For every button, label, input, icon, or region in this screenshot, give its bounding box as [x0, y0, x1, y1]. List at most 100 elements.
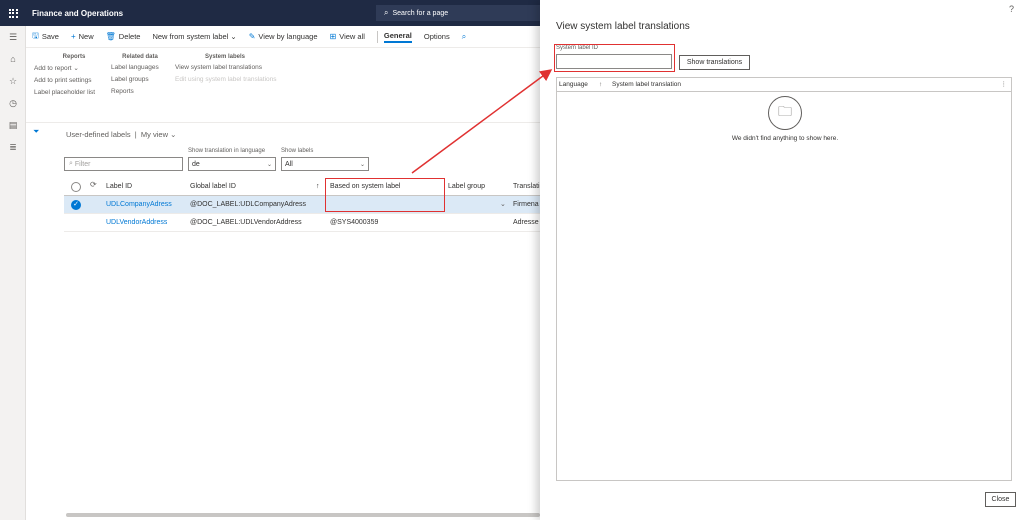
- delete-label: Delete: [118, 32, 141, 41]
- language-dropdown[interactable]: de ⌄: [188, 157, 276, 171]
- hamburger-icon[interactable]: ☰: [0, 26, 26, 48]
- global-label-id-cell: @DOC_LABEL:UDLVendorAddress: [190, 219, 302, 226]
- action-pane: 🖫 Save + New 🗑 Delete New from system label…: [26, 26, 540, 48]
- translation-cell: Adresse: [513, 219, 539, 226]
- translation-cell: Firmena: [513, 201, 539, 208]
- search-box[interactable]: ⌕ Search for a page: [376, 5, 540, 21]
- add-to-print-settings-button[interactable]: Add to print settings: [34, 77, 114, 84]
- help-icon[interactable]: ?: [1009, 4, 1014, 14]
- view-separator: |: [134, 130, 137, 139]
- col-label-group[interactable]: Label group: [448, 178, 485, 196]
- chevron-down-icon: ⌄: [359, 161, 365, 168]
- new-from-system-label-button[interactable]: New from system label ⌄: [152, 32, 236, 41]
- global-label-id-cell: @DOC_LABEL:UDLCompanyAdress: [190, 201, 307, 208]
- save-icon: 🖫: [32, 30, 39, 40]
- tab-options[interactable]: Options: [424, 32, 450, 41]
- row-checkbox[interactable]: [71, 218, 81, 228]
- clock-icon[interactable]: ◷: [0, 92, 26, 114]
- trash-icon: 🗑: [105, 32, 116, 41]
- view-all-label: View all: [339, 32, 365, 41]
- delete-button[interactable]: 🗑 Delete: [106, 32, 141, 41]
- view-system-label-translations-button[interactable]: View system label translations: [175, 64, 275, 71]
- sort-icon[interactable]: ↑: [316, 178, 320, 196]
- translations-header-row: Language ↑ System label translation ⋮: [557, 78, 1011, 92]
- filter-input[interactable]: ⌕ Filter: [64, 157, 183, 171]
- app-launcher-icon[interactable]: [0, 0, 26, 26]
- search-icon[interactable]: ⌕: [462, 32, 469, 42]
- search-placeholder: Search for a page: [392, 9, 449, 17]
- plus-icon: +: [70, 32, 76, 41]
- ribbon: Reports Add to report ⌄ Add to print set…: [26, 49, 540, 123]
- new-from-system-label-label: New from system label: [152, 32, 229, 41]
- show-labels-dropdown[interactable]: All ⌄: [281, 157, 369, 171]
- save-label: Save: [41, 32, 59, 41]
- col-label-id[interactable]: Label ID: [106, 178, 132, 196]
- view-by-language-label: View by language: [258, 32, 318, 41]
- view-by-language-button[interactable]: ✎ View by language: [249, 32, 318, 41]
- label-groups-button[interactable]: Label groups: [111, 76, 169, 83]
- col-translation[interactable]: Translatio: [513, 178, 540, 196]
- close-button[interactable]: Close: [985, 492, 1016, 507]
- add-to-report-button[interactable]: Add to report ⌄: [34, 64, 114, 72]
- based-on-cell[interactable]: @SYS4000359: [330, 214, 378, 232]
- labels-grid: ⟳ Label ID Global label ID ↑ Based on sy…: [64, 178, 540, 232]
- table-row[interactable]: UDLVendorAddress @DOC_LABEL:UDLVendorAdd…: [64, 214, 540, 232]
- list-icon[interactable]: ≣: [0, 136, 26, 158]
- language-value: de: [192, 160, 200, 168]
- left-navigation: ☰ ⌂ ☆ ◷ ▤ ≣: [0, 26, 26, 520]
- chevron-down-icon: ⌄: [230, 32, 237, 41]
- sort-icon[interactable]: ↑: [599, 78, 602, 92]
- panel-title: View system label translations: [556, 21, 690, 32]
- star-icon[interactable]: ☆: [0, 70, 26, 92]
- horizontal-scrollbar[interactable]: [66, 513, 540, 517]
- select-all-checkbox[interactable]: [71, 182, 81, 192]
- save-button[interactable]: 🖫 Save: [32, 30, 59, 44]
- my-view-selector[interactable]: My view ⌄: [141, 130, 176, 139]
- label-id-cell[interactable]: UDLVendorAddress: [106, 214, 167, 232]
- home-icon[interactable]: ⌂: [0, 48, 26, 70]
- ribbon-header: System labels: [204, 54, 246, 60]
- table-row[interactable]: ✓ UDLCompanyAdress @DOC_LABEL:UDLCompany…: [64, 196, 540, 214]
- show-translations-button[interactable]: Show translations: [679, 55, 750, 70]
- new-button[interactable]: + New: [71, 32, 94, 41]
- grid-icon: ⊞: [329, 32, 337, 41]
- col-system-label-translation[interactable]: System label translation: [612, 78, 681, 92]
- refresh-icon[interactable]: ⟳: [90, 180, 97, 189]
- edit-icon: ✎: [248, 32, 256, 41]
- system-label-translations-panel: ? View system label translations System …: [540, 0, 1024, 520]
- new-label: New: [78, 32, 94, 41]
- label-placeholder-list-button[interactable]: Label placeholder list: [34, 89, 114, 96]
- ribbon-header: Related data: [122, 54, 158, 60]
- app-title[interactable]: Finance and Operations: [32, 9, 123, 18]
- translations-table: Language ↑ System label translation ⋮ 🗀 …: [556, 77, 1012, 481]
- label-languages-button[interactable]: Label languages: [111, 64, 169, 71]
- row-selected-checkbox[interactable]: ✓: [71, 200, 81, 210]
- language-filter-label: Show translation in language: [188, 148, 266, 154]
- label-id-cell[interactable]: UDLCompanyAdress: [106, 196, 172, 214]
- ribbon-group-system: System labels View system label translat…: [175, 54, 277, 88]
- edit-using-system-label-translations-button: Edit using system label translations: [175, 76, 277, 83]
- divider: [376, 30, 378, 43]
- ribbon-header: Reports: [62, 54, 86, 60]
- empty-folder-icon: 🗀: [768, 96, 802, 130]
- chevron-down-icon: ⌄: [266, 161, 272, 168]
- highlight-based-on-system-label: [325, 178, 445, 212]
- workspace-icon[interactable]: ▤: [0, 114, 26, 136]
- highlight-system-label-id: [554, 44, 675, 72]
- view-all-button[interactable]: ⊞ View all: [330, 32, 365, 41]
- grid-header-row: ⟳ Label ID Global label ID ↑ Based on sy…: [64, 178, 540, 196]
- col-global-label-id[interactable]: Global label ID: [190, 178, 236, 196]
- show-labels-value: All: [285, 160, 293, 168]
- chevron-down-icon[interactable]: ⌄: [500, 196, 506, 214]
- reports-button[interactable]: Reports: [111, 88, 169, 95]
- empty-state-message: We didn't find anything to show here.: [731, 135, 839, 142]
- tab-general[interactable]: General: [383, 31, 412, 43]
- filter-icon[interactable]: ⏷: [33, 127, 39, 137]
- more-options-icon[interactable]: ⋮: [1001, 78, 1008, 92]
- view-title: User-defined labels | My view ⌄: [66, 130, 176, 139]
- col-language[interactable]: Language: [559, 78, 588, 92]
- show-labels-label: Show labels: [281, 148, 314, 154]
- top-bar: Finance and Operations ⌕ Search for a pa…: [0, 0, 540, 26]
- ribbon-group-related: Related data Label languages Label group…: [111, 54, 169, 100]
- filter-placeholder: Filter: [74, 160, 91, 168]
